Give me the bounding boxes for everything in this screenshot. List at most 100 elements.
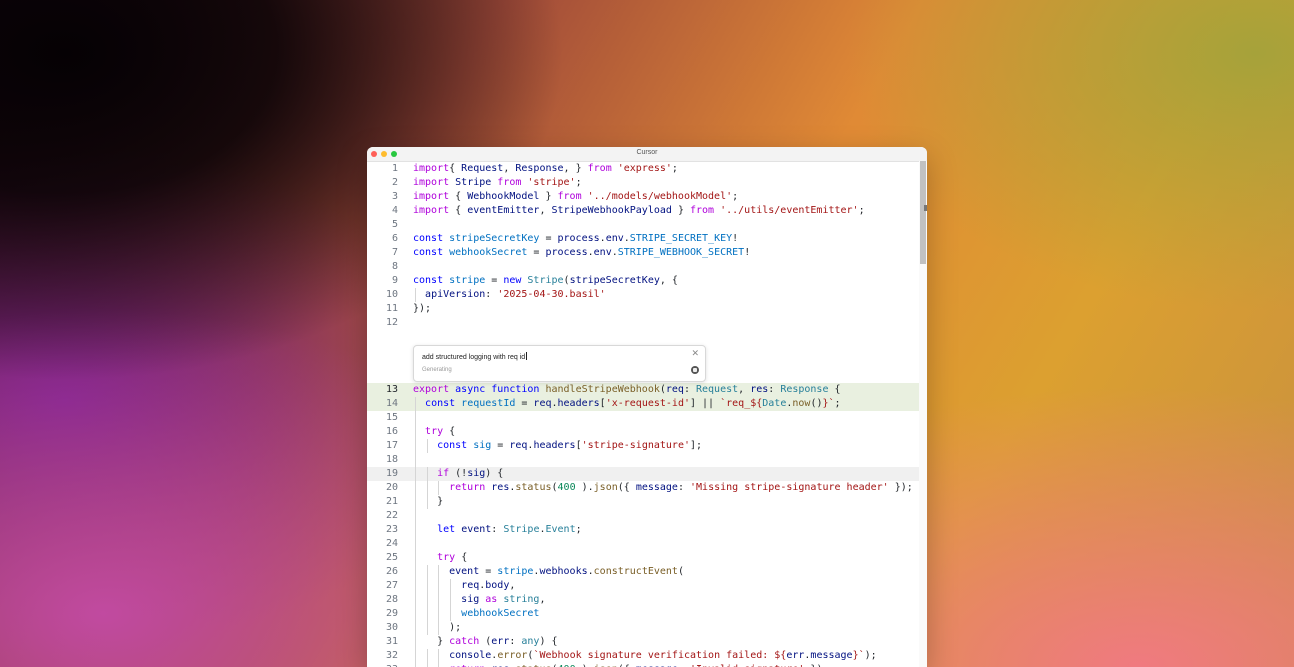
line-number: 23 — [385, 524, 398, 535]
code-line[interactable]: 6 const stripeSecretKey = process.env.STR… — [367, 232, 919, 246]
line-code: req.body, — [413, 579, 515, 593]
line-number: 33 — [367, 663, 398, 667]
code-line[interactable]: 25 try { — [367, 551, 919, 565]
prompt-input[interactable]: add structured logging with req id — [422, 352, 528, 361]
code-line[interactable]: 27 req.body, — [367, 579, 919, 593]
indent-guide — [415, 537, 416, 551]
code-token: const — [425, 398, 462, 409]
code-line[interactable]: 15 — [367, 411, 919, 425]
code-token: , — [738, 384, 751, 395]
code-line[interactable]: 10 apiVersion: '2025-04-30.basil' — [367, 288, 919, 302]
code-token: STRIPE_SECRET_KEY — [629, 233, 733, 244]
code-line[interactable]: 31 } catch (err: any) { — [367, 635, 919, 649]
code-token: : — [677, 482, 691, 493]
code-line[interactable]: 2 import Stripe from 'stripe'; — [367, 176, 919, 190]
code-token: json — [593, 482, 618, 493]
code-token: } — [671, 205, 690, 216]
scrollbar-thumb[interactable] — [920, 161, 926, 264]
code-token: res — [491, 482, 510, 493]
code-line[interactable]: 13 export async function handleStripeWebh… — [367, 383, 919, 397]
line-code: apiVersion: '2025-04-30.basil' — [413, 288, 606, 302]
line-number: 17 — [385, 440, 398, 451]
inline-edit-prompt[interactable]: add structured logging with req id Gener… — [413, 345, 706, 382]
code-line[interactable]: 21 } — [367, 495, 919, 509]
line-number: 13 — [385, 384, 398, 395]
code-token: = — [485, 275, 504, 286]
code-line[interactable]: 7 const webhookSecret = process.env.STRIP… — [367, 246, 919, 260]
indent-guide — [415, 509, 416, 523]
code-line[interactable]: 20 return res.status(400 ).json({ messag… — [367, 481, 919, 495]
code-line[interactable]: 14 const requestId = req.headers['x-requ… — [367, 397, 919, 411]
text-caret — [526, 352, 528, 360]
line-number: 10 — [385, 289, 398, 300]
line-code: return res.status(400 ).json({ message: … — [413, 481, 913, 495]
code-token: : — [491, 524, 504, 535]
code-token: Date — [762, 398, 787, 409]
code-token: { — [455, 205, 468, 216]
code-line[interactable]: 22 — [367, 509, 919, 523]
code-line[interactable]: 9 const stripe = new Stripe(stripeSecretK… — [367, 274, 919, 288]
line-number: 6 — [391, 233, 398, 244]
code-line[interactable]: 8 — [367, 260, 919, 274]
vertical-scrollbar[interactable] — [919, 161, 927, 667]
code-token: ); — [413, 622, 462, 633]
code-token: ; — [671, 163, 678, 174]
indent-guide — [415, 411, 416, 425]
code-line[interactable]: 3 import { WebhookModel } from '../models… — [367, 190, 919, 204]
code-line[interactable]: 28 sig as string, — [367, 593, 919, 607]
code-editor[interactable]: add structured logging with req id Gener… — [367, 161, 927, 667]
code-line[interactable]: 33 return res.status(400 ).json({ messag… — [367, 663, 919, 667]
line-code: import Stripe from 'stripe'; — [413, 176, 582, 190]
line-number: 8 — [391, 261, 398, 272]
code-token: (! — [455, 468, 468, 479]
code-line[interactable]: 32 console.error(`Webhook signature veri… — [367, 649, 919, 663]
code-token: console — [449, 650, 492, 661]
code-token: ! — [744, 247, 751, 258]
window-title: Cursor — [636, 149, 658, 156]
code-line[interactable]: 24 — [367, 537, 919, 551]
code-line[interactable]: 1 import{ Request, Response, } from 'expr… — [367, 162, 919, 176]
code-line[interactable]: 16 try { — [367, 425, 919, 439]
line-code: if (!sig) { — [413, 467, 503, 481]
line-code: const stripeSecretKey = process.env.STRI… — [413, 232, 738, 246]
line-number: 18 — [385, 454, 398, 465]
code-token: from — [689, 205, 721, 216]
code-line[interactable]: 4 import { eventEmitter, StripeWebhookPay… — [367, 204, 919, 218]
code-token: '2025-04-30.basil' — [497, 289, 606, 300]
code-token: req — [533, 398, 552, 409]
code-line[interactable]: 18 — [367, 453, 919, 467]
stop-circle-icon[interactable] — [691, 366, 699, 374]
code-line[interactable]: 23 let event: Stripe.Event; — [367, 523, 919, 537]
code-token: now — [792, 398, 811, 409]
code-token: body — [485, 580, 510, 591]
code-line[interactable]: 30 ); — [367, 621, 919, 635]
code-token: StripeWebhookPayload — [551, 205, 672, 216]
code-line[interactable]: 5 — [367, 218, 919, 232]
line-number: 19 — [385, 468, 398, 479]
line-number: 5 — [391, 219, 398, 230]
code-token: Request — [461, 163, 504, 174]
code-token: ( — [677, 566, 684, 577]
code-line[interactable]: 26 event = stripe.webhooks.constructEven… — [367, 565, 919, 579]
code-token: 400 — [557, 482, 576, 493]
code-token: Request — [696, 384, 739, 395]
code-token: } — [413, 496, 444, 507]
code-line[interactable]: 11}); — [367, 302, 919, 316]
code-token: ]; — [690, 440, 703, 451]
code-token: from — [557, 191, 588, 202]
code-line[interactable]: 17 const sig = req.headers['stripe-signa… — [367, 439, 919, 453]
code-line[interactable]: 19 if (!sig) { — [367, 467, 919, 481]
code-token: Event — [545, 524, 576, 535]
code-token: status — [515, 482, 552, 493]
code-line[interactable]: 12 — [367, 316, 919, 330]
close-icon[interactable]: ✕ — [691, 349, 699, 359]
code-token: ({ — [617, 482, 636, 493]
line-number: 11 — [385, 303, 398, 314]
code-line[interactable]: 29 webhookSecret — [367, 607, 919, 621]
